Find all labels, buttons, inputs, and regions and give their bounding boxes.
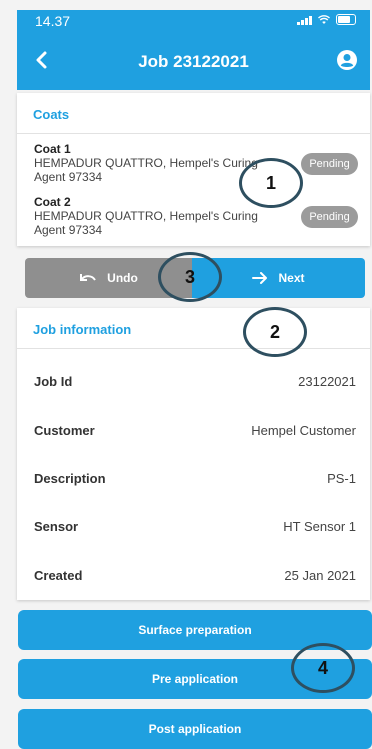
callout-marker: 1: [239, 158, 303, 208]
coat-name: Coat 1: [34, 142, 71, 156]
coat-description: HEMPADUR QUATTRO, Hempel's Curing Agent …: [34, 209, 258, 237]
info-label: Created: [34, 568, 83, 583]
info-label: Job Id: [34, 374, 73, 389]
app-bar: Job 23122021: [17, 32, 370, 90]
page-title: Job 23122021: [138, 52, 249, 71]
info-value: HT Sensor 1: [283, 519, 356, 534]
status-badge: Pending: [301, 153, 358, 175]
undo-label: Undo: [107, 271, 138, 285]
info-value: 23122021: [298, 374, 356, 389]
callout-marker: 2: [243, 307, 307, 357]
status-badge: Pending: [301, 206, 358, 228]
info-label: Customer: [34, 423, 95, 438]
arrow-right-icon: [252, 272, 268, 284]
status-icons: [297, 14, 356, 25]
job-info-section-title: Job information: [33, 322, 132, 337]
coats-card: Coats Coat 1 HEMPADUR QUATTRO, Hempel's …: [17, 93, 370, 246]
post-application-button[interactable]: Post application: [18, 709, 372, 749]
info-row: Sensor HT Sensor 1: [34, 519, 356, 539]
battery-icon: [336, 14, 356, 25]
info-value: Hempel Customer: [251, 423, 356, 438]
coats-section-title: Coats: [33, 107, 70, 122]
info-row: Job Id 23122021: [34, 374, 356, 394]
info-row: Description PS-1: [34, 471, 356, 491]
info-row: Customer Hempel Customer: [34, 423, 356, 443]
account-icon[interactable]: [336, 49, 358, 71]
divider: [17, 348, 370, 349]
coat-item[interactable]: Coat 2 HEMPADUR QUATTRO, Hempel's Curing…: [34, 195, 284, 237]
callout-marker: 4: [291, 643, 355, 693]
info-value: 25 Jan 2021: [284, 568, 356, 583]
wifi-icon: [318, 14, 330, 24]
callout-marker: 3: [158, 252, 222, 302]
info-label: Description: [34, 471, 106, 486]
divider: [17, 133, 370, 134]
info-value: PS-1: [327, 471, 356, 486]
next-label: Next: [278, 271, 305, 285]
status-bar: 14.37: [17, 10, 370, 32]
undo-icon: [80, 274, 97, 281]
status-time: 14.37: [35, 13, 71, 29]
signal-icon: [297, 15, 312, 25]
info-label: Sensor: [34, 519, 79, 534]
info-row: Created 25 Jan 2021: [34, 568, 356, 588]
job-information-card: Job information Job Id 23122021 Customer…: [17, 308, 370, 600]
